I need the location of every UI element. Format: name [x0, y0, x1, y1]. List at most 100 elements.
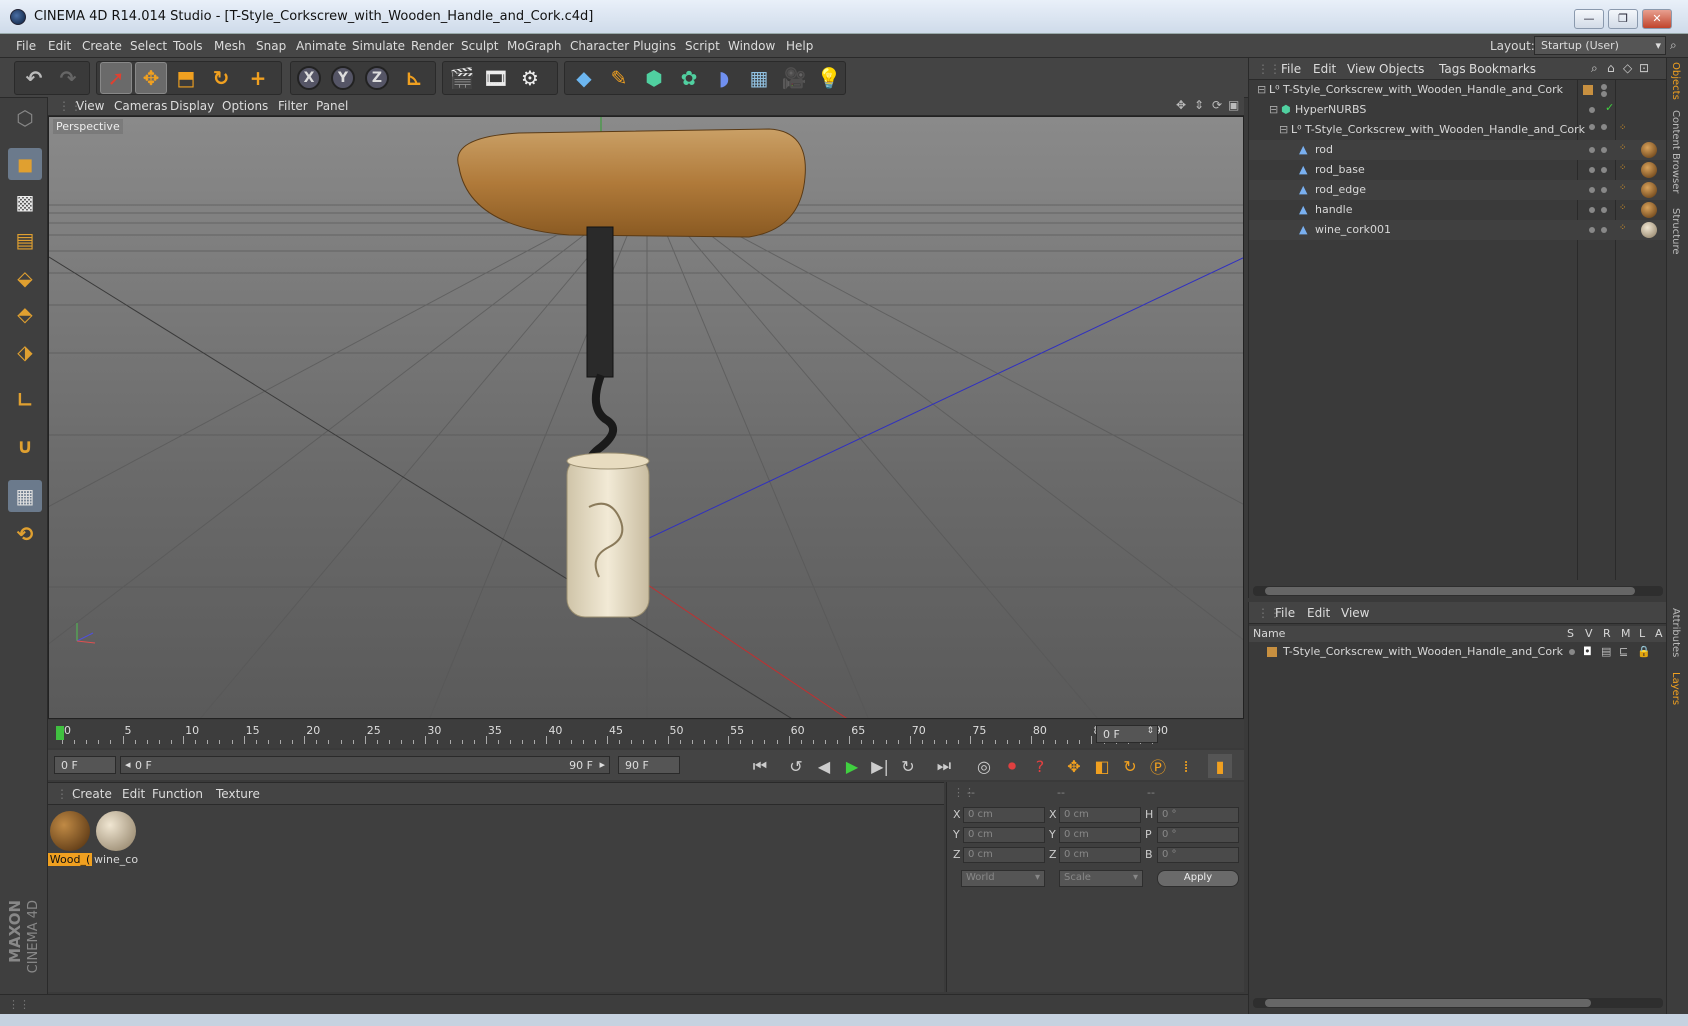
menu-simulate[interactable]: Simulate — [352, 39, 405, 53]
key-parameter-icon[interactable]: Ⓟ — [1146, 754, 1170, 778]
object-menu-bookmarks[interactable]: Bookmarks — [1469, 62, 1536, 76]
layer-menu-view[interactable]: View — [1341, 606, 1369, 620]
menu-sculpt[interactable]: Sculpt — [461, 39, 498, 53]
visibility-dot-icon[interactable] — [1589, 207, 1595, 213]
render-dot-icon[interactable] — [1601, 167, 1607, 173]
material-tag-icon[interactable] — [1641, 202, 1657, 218]
layer-horizontal-scrollbar[interactable] — [1253, 998, 1663, 1008]
material-tag-icon[interactable] — [1641, 222, 1657, 238]
key-point-level-icon[interactable]: ⁞ — [1174, 754, 1198, 778]
move-icon[interactable]: ✥ — [135, 62, 167, 94]
play-icon[interactable]: ▶ — [840, 754, 864, 778]
object-row[interactable]: ▲ handle ⁘ — [1249, 200, 1667, 220]
object-row[interactable]: ▲ rod_base ⁘ — [1249, 160, 1667, 180]
light-icon[interactable]: 💡 — [813, 62, 845, 94]
polygons-mode-icon[interactable]: ⬗ — [8, 336, 42, 368]
start-frame-field[interactable]: 0 F — [54, 756, 116, 774]
points-mode-icon[interactable]: ⬙ — [8, 262, 42, 294]
column-view[interactable]: V — [1585, 627, 1593, 640]
material-tag-icon[interactable] — [1641, 142, 1657, 158]
render-settings-icon[interactable]: ⚙ — [514, 62, 546, 94]
layer-menu-file[interactable]: File — [1275, 606, 1295, 620]
visibility-dot-icon[interactable] — [1589, 107, 1595, 113]
record-keys-icon[interactable]: ◎ — [972, 754, 996, 778]
menu-create[interactable]: Create — [82, 39, 122, 53]
axis-mode-icon[interactable]: ∟ — [8, 384, 42, 416]
timeline-ruler[interactable]: 051015202530354045505560657075808590 0 F… — [48, 720, 1244, 748]
layout-dropdown[interactable]: Startup (User) ▾ — [1534, 36, 1666, 55]
render-dot-icon[interactable] — [1601, 187, 1607, 193]
lock-y-icon[interactable]: Y — [327, 62, 359, 94]
camera-icon[interactable]: 🎥 — [778, 62, 810, 94]
menu-edit[interactable]: Edit — [48, 39, 71, 53]
texture-mode-icon[interactable]: ▩ — [8, 186, 42, 218]
material-menu-edit[interactable]: Edit — [122, 787, 145, 801]
material-tag-icon[interactable] — [1641, 162, 1657, 178]
menu-mesh[interactable]: Mesh — [214, 39, 246, 53]
key-rotation-icon[interactable]: ↻ — [1118, 754, 1142, 778]
array-icon[interactable]: ✿ — [673, 62, 705, 94]
range-slider[interactable]: ◂ 0 F 90 F ▸ — [120, 756, 610, 774]
menu-help[interactable]: Help — [786, 39, 813, 53]
object-horizontal-scrollbar[interactable] — [1253, 586, 1663, 596]
render-dot-icon[interactable] — [1601, 147, 1607, 153]
edges-mode-icon[interactable]: ⬘ — [8, 298, 42, 330]
redo-icon[interactable]: ↷ — [52, 62, 84, 94]
menu-render[interactable]: Render — [411, 39, 454, 53]
nurbs-icon[interactable]: ⬢ — [638, 62, 670, 94]
position-z-field[interactable]: 0 cm — [963, 847, 1045, 863]
current-frame-field[interactable]: 0 F ⇕ — [1096, 725, 1158, 743]
collapse-icon[interactable]: ⊟ — [1279, 123, 1288, 136]
material-menu-texture[interactable]: Texture — [216, 787, 260, 801]
menu-select[interactable]: Select — [130, 39, 167, 53]
key-position-icon[interactable]: ✥ — [1062, 754, 1086, 778]
floor-icon[interactable]: ▦ — [743, 62, 775, 94]
render-dot-icon[interactable] — [1601, 91, 1607, 97]
solo-dot-icon[interactable] — [1569, 649, 1575, 655]
object-menu-edit[interactable]: Edit — [1313, 62, 1336, 76]
column-solo[interactable]: S — [1567, 627, 1574, 640]
viewport-menu-filter[interactable]: Filter — [278, 99, 308, 113]
go-to-previous-key-icon[interactable]: ↺ — [784, 754, 808, 778]
go-to-start-icon[interactable]: ⏮ — [748, 754, 772, 778]
menu-plugins[interactable]: Plugins — [633, 39, 676, 53]
previous-frame-icon[interactable]: ◀ — [812, 754, 836, 778]
rotation-b-field[interactable]: 0 ° — [1157, 847, 1239, 863]
workplane-icon[interactable]: ▤ — [8, 224, 42, 256]
visibility-dot-icon[interactable] — [1589, 227, 1595, 233]
size-x-field[interactable]: 0 cm — [1059, 807, 1141, 823]
material-tag-icon[interactable] — [1641, 182, 1657, 198]
close-button[interactable]: ✕ — [1642, 9, 1672, 29]
tab-attributes[interactable]: Attributes — [1670, 608, 1681, 657]
3d-viewport[interactable]: Perspective — [48, 116, 1244, 719]
size-z-field[interactable]: 0 cm — [1059, 847, 1141, 863]
undo-icon[interactable]: ↶ — [18, 62, 50, 94]
menu-mograph[interactable]: MoGraph — [507, 39, 562, 53]
visibility-dot-icon[interactable] — [1601, 84, 1607, 90]
key-scale-icon[interactable]: ◧ — [1090, 754, 1114, 778]
model-mode-icon[interactable]: ◼ — [8, 148, 42, 180]
material-menu-function[interactable]: Function — [152, 787, 203, 801]
column-animation[interactable]: A — [1655, 627, 1663, 640]
viewport-menu-view[interactable]: View — [76, 99, 104, 113]
search-icon[interactable]: ⌕ — [1670, 38, 1677, 53]
viewport-menu-display[interactable]: Display — [170, 99, 214, 113]
menu-animate[interactable]: Animate — [296, 39, 346, 53]
render-picture-viewer-icon[interactable]: 🎞 — [480, 62, 512, 94]
tab-objects[interactable]: Objects — [1670, 62, 1681, 100]
column-render[interactable]: R — [1603, 627, 1611, 640]
minimize-button[interactable]: — — [1574, 9, 1604, 29]
playhead[interactable] — [56, 726, 64, 740]
layer-menu-edit[interactable]: Edit — [1307, 606, 1330, 620]
go-to-end-icon[interactable]: ⏭ — [932, 754, 956, 778]
visibility-dot-icon[interactable] — [1589, 147, 1595, 153]
maximize-view-icon[interactable]: ▣ — [1228, 98, 1239, 112]
scale-icon[interactable]: ⬒ — [170, 62, 202, 94]
view-toggle-icon[interactable]: ◘ — [1583, 645, 1592, 658]
end-frame-field[interactable]: 90 F — [618, 756, 680, 774]
spline-pen-icon[interactable]: ✎ — [603, 62, 635, 94]
object-row[interactable]: ▲ rod_edge ⁘ — [1249, 180, 1667, 200]
visibility-dot-icon[interactable] — [1589, 167, 1595, 173]
column-name[interactable]: Name — [1253, 627, 1285, 640]
object-row[interactable]: ⊟ ⬢ HyperNURBS ✓ — [1249, 100, 1667, 120]
